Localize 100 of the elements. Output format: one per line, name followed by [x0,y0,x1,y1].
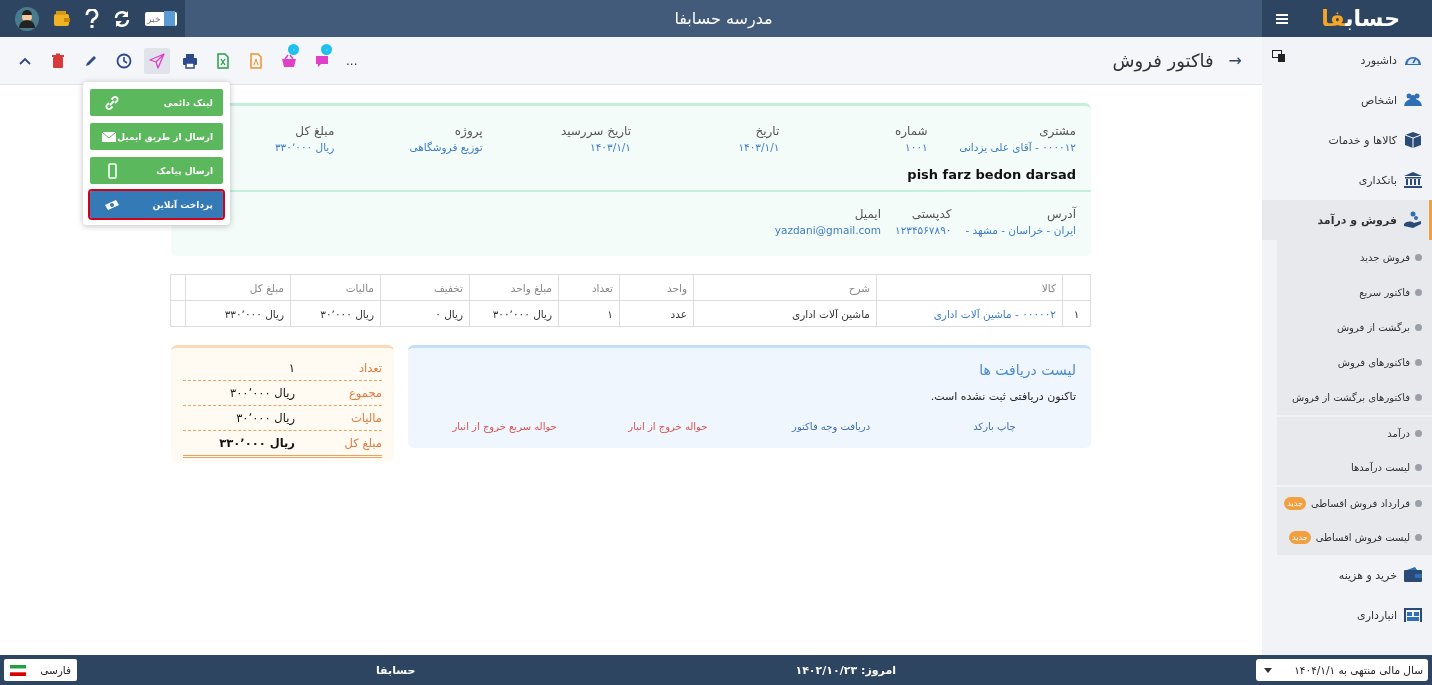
summary-value: ریال ۳۳۰٬۰۰۰ [219,436,295,450]
action-link[interactable]: چاپ بارکد [973,421,1016,432]
action-link[interactable]: دریافت وجه فاکتور [792,421,871,432]
language-select[interactable]: فارسی [4,659,77,681]
sidebar-item[interactable]: داشبورد [1262,40,1432,80]
table-cell: عدد [619,300,694,327]
column-header: مالیات [290,274,381,301]
menu-icon [1276,12,1290,25]
column-header: مبلغ واحد [469,274,559,301]
link-icon [104,94,120,111]
field-value: yazdani@gmail.com [774,224,881,236]
summary-value: ریال ۳۰٬۰۰۰ [236,411,295,425]
flag-icon [10,664,26,676]
field-value: ریال ۳۳۰٬۰۰۰ [275,141,335,153]
field-value: ۱۲۳۴۵۶۷۸۹۰ [895,224,952,236]
caret-icon [1264,667,1272,673]
refresh-button[interactable] [113,9,131,28]
field-label: کدپستی [911,207,952,221]
sidebar-subitem[interactable]: فروش جدید [1277,240,1432,275]
summary-label: تعداد [357,361,382,375]
field-value: توزیع فروشگاهی [409,141,483,153]
column-header: کالا [876,274,1063,301]
avatar-icon [15,6,39,31]
table-cell: ۱ [558,300,620,327]
window-title: مدرسه حسابفا [673,9,774,28]
sidebar-item[interactable]: فروش و درآمد [1262,200,1432,240]
bank-icon [1403,170,1423,190]
summary-value: ۱ [288,361,295,375]
pdf-icon [248,52,264,69]
summary-label: مالیات [350,411,382,425]
basket-icon [281,52,297,69]
field-label: مشتری [1039,124,1076,138]
bullet-icon [1415,500,1422,507]
refresh-icon [113,9,131,28]
warehouse-icon [1403,605,1423,625]
box-icon [1403,130,1423,150]
summary-label: مجموع [347,386,382,400]
invoice-note: pish farz bedon darsad [907,167,1076,182]
panel-toggle-icon[interactable] [1272,50,1286,62]
bullet-icon [1415,359,1422,366]
field-label: پروژه [454,124,483,138]
table-cell: ریال ۳۰۰٬۰۰۰ [469,300,559,327]
summary-label: مبلغ کل [343,436,382,450]
help-button[interactable] [85,8,99,29]
bullet-icon [1415,534,1422,541]
product-link[interactable]: ۰۰۰۰۰۲ - ماشین آلات اداری [876,300,1063,327]
field-label: تاریخ [755,124,780,138]
more-button[interactable]: ... [342,53,362,68]
field-label: آدرس [1046,207,1076,221]
back-button[interactable]: → [1220,51,1242,70]
bullet-icon [1415,464,1422,471]
column-header: تعداد [558,274,620,301]
sidebar-subitem[interactable]: لیست فروش اقساطی جدید [1277,520,1432,555]
column-header: تخفیف [380,274,470,301]
menu-item[interactable]: پرداخت آنلاین [90,191,223,218]
new-badge: جدید [1289,531,1311,544]
fiscal-year-select[interactable]: سال مالی منتهی به ۱۴۰۴/۱/۱ [1256,659,1428,681]
wallet-button[interactable] [53,10,71,27]
sidebar-subitem[interactable]: فاکتور سریع [1277,275,1432,310]
today-date: امروز: ۱۴۰۲/۱۰/۲۳ [795,663,896,677]
sidebar-subitem[interactable]: فاکتورهای برگشت از فروش [1277,380,1432,415]
new-badge: جدید [1284,497,1306,510]
bullet-icon [1415,324,1422,331]
sidebar-item[interactable]: بانکداری [1262,160,1432,200]
app-name: حسابفا [376,663,416,677]
sidebar-item[interactable]: خرید و هزینه [1262,555,1432,595]
menu-button[interactable] [1276,12,1290,25]
hand-coin-icon [1403,210,1423,230]
sidebar-item[interactable]: کالاها و خدمات [1262,120,1432,160]
page-title: فاکتور فروش [1112,50,1214,71]
field-value: ۱۴۰۳/۱/۱ [738,141,780,153]
field-value: ایران - خراسان - مشهد - [965,224,1076,236]
summary-value: ریال ۳۰۰٬۰۰۰ [230,386,295,400]
excel-icon [215,52,231,69]
action-link[interactable]: حواله خروج از انبار [628,421,708,432]
sidebar-subitem[interactable]: برگشت از فروش [1277,310,1432,345]
sidebar-item[interactable]: اشخاص [1262,80,1432,120]
wallet-icon [1403,565,1423,585]
field-label: شماره [894,124,928,138]
sidebar-subitem[interactable]: لیست درآمدها [1277,450,1432,485]
sidebar-subitem[interactable]: درآمد [1277,415,1432,450]
sidebar-subitem[interactable]: فاکتورهای فروش [1277,345,1432,380]
bullet-icon [1415,289,1422,296]
wallet-icon [53,10,71,27]
field-value: ۱۰۰۱ [905,141,928,153]
column-header: شرح [693,274,877,301]
sidebar-item[interactable]: انبارداری [1262,595,1432,635]
help-icon [85,8,99,29]
row-number: ۱ [1062,300,1091,327]
empty-message: تاکنون دریافتی ثبت نشده است. [929,390,1076,403]
news-button[interactable]: خبر [145,11,177,26]
user-avatar[interactable] [15,6,39,31]
field-label: ایمیل [854,207,881,221]
table-cell: ماشین آلات اداری [693,300,877,327]
action-link[interactable]: حواله سریع خروج از انبار [452,421,557,432]
panel-title: لیست دریافت ها [978,362,1076,378]
column-header: مبلغ کل [185,274,291,301]
sidebar-subitem[interactable]: قرارداد فروش اقساطی جدید [1277,485,1432,520]
table-cell: ریال ۳۳۰٬۰۰۰ [185,300,291,327]
field-label: مبلغ کل [295,124,335,138]
